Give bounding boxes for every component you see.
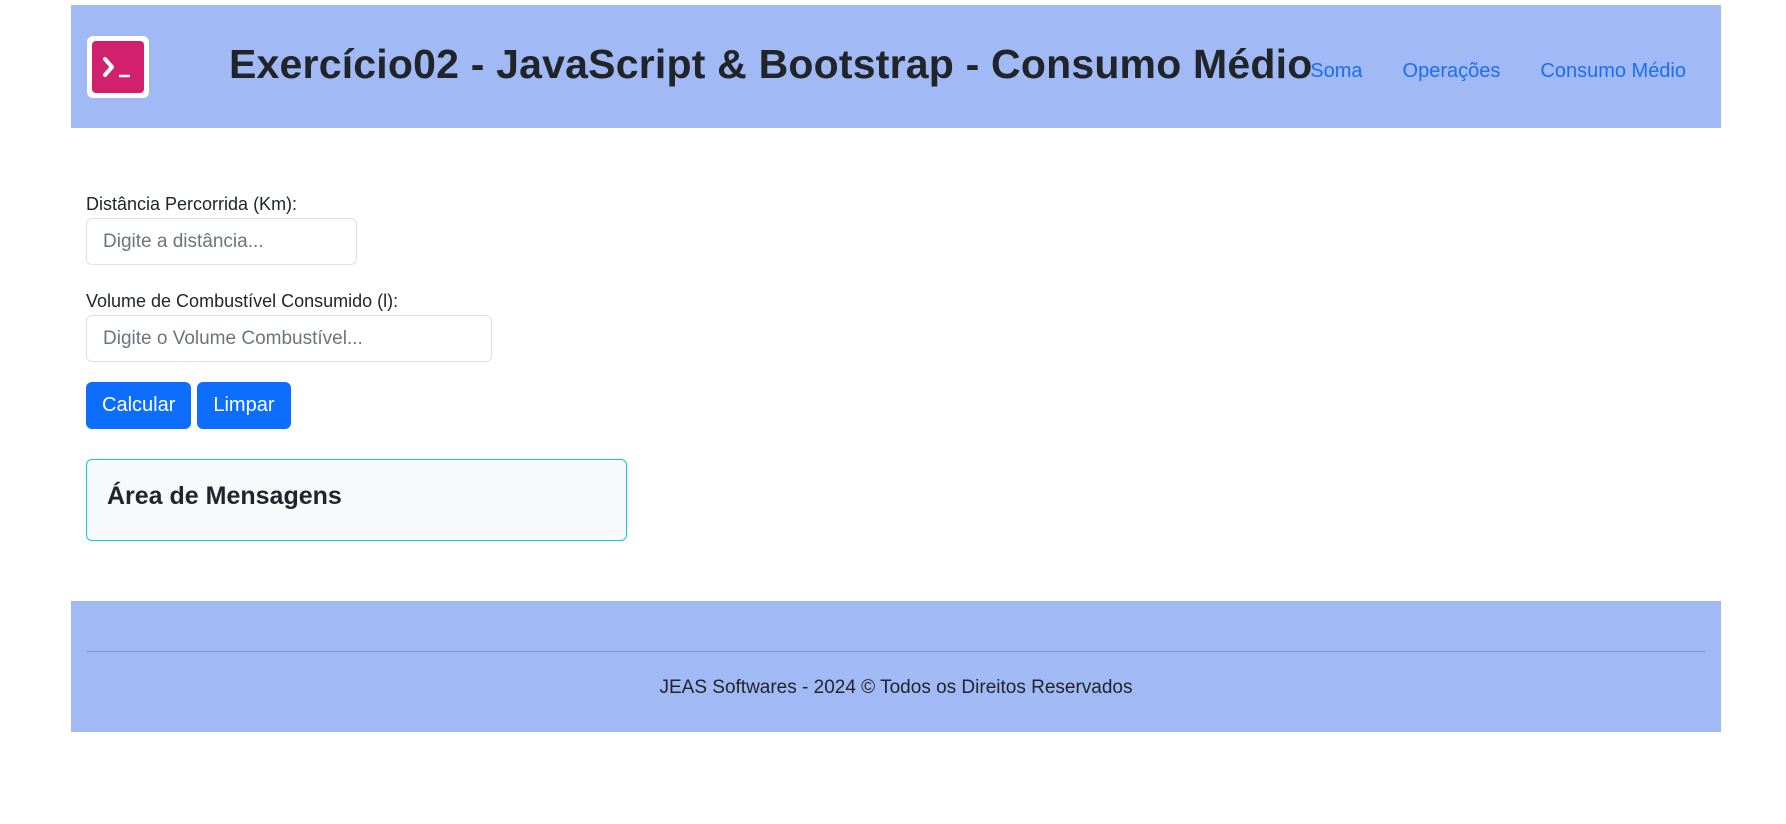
- form-buttons: Calcular Limpar: [86, 382, 291, 429]
- fuel-input[interactable]: [86, 315, 492, 362]
- page-title: Exercício02 - JavaScript & Bootstrap - C…: [229, 41, 1313, 87]
- message-area-title: Área de Mensagens: [107, 482, 342, 510]
- nav-link-operacoes[interactable]: Operações: [1403, 60, 1501, 83]
- page: Exercício02 - JavaScript & Bootstrap - C…: [0, 0, 1786, 824]
- site-footer: JEAS Softwares - 2024 © Todos os Direito…: [71, 601, 1721, 732]
- calculate-button[interactable]: Calcular: [86, 382, 192, 429]
- message-area: Área de Mensagens: [86, 459, 627, 541]
- terminal-icon: [92, 41, 144, 93]
- nav-link-consumo-medio[interactable]: Consumo Médio: [1540, 60, 1686, 83]
- main-nav: Soma Operações Consumo Médio: [1310, 60, 1686, 83]
- distance-group: Distância Percorrida (Km):: [86, 192, 357, 265]
- footer-divider: [86, 651, 1706, 652]
- logo[interactable]: [87, 36, 149, 98]
- fuel-group: Volume de Combustível Consumido (l):: [86, 289, 492, 362]
- distance-label: Distância Percorrida (Km):: [86, 194, 298, 214]
- clear-button[interactable]: Limpar: [197, 382, 291, 429]
- distance-input[interactable]: [86, 218, 357, 265]
- nav-link-soma[interactable]: Soma: [1310, 60, 1362, 83]
- fuel-label: Volume de Combustível Consumido (l):: [86, 291, 399, 311]
- footer-copyright: JEAS Softwares - 2024 © Todos os Direito…: [659, 677, 1133, 698]
- site-header: Exercício02 - JavaScript & Bootstrap - C…: [71, 5, 1721, 128]
